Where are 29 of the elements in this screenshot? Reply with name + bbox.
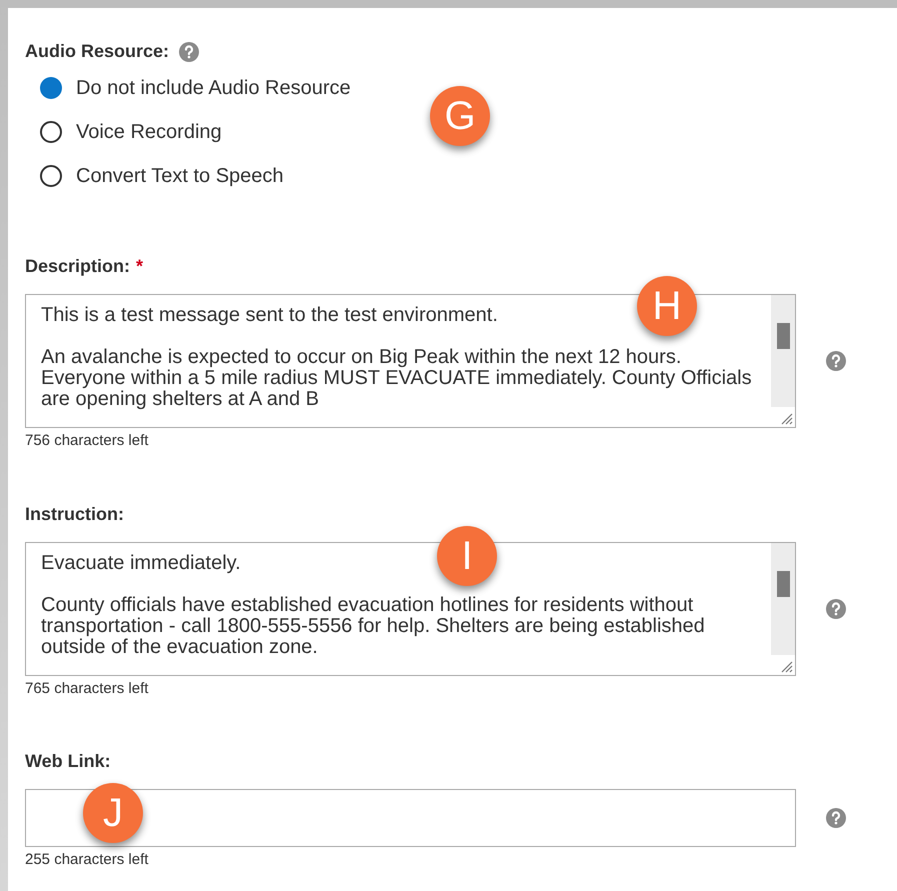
text-area-paragraph: This is a test message sent to the test environment. (41, 305, 498, 326)
scrollbar-thumb[interactable] (777, 323, 790, 349)
character-counter: 255 characters left (25, 850, 150, 870)
resize-grip-icon[interactable] (779, 411, 793, 425)
help-icon[interactable] (826, 808, 846, 828)
field-label: Description: (25, 255, 130, 278)
field-label: Instruction: (25, 502, 124, 526)
character-counter: 756 characters left (25, 431, 150, 451)
radio-option[interactable]: Convert Text to Speech (40, 165, 897, 187)
field-label: Web Link: (25, 750, 111, 773)
required-mark: * (136, 255, 144, 278)
help-icon[interactable] (826, 351, 846, 371)
section-label: Audio Resource: (25, 40, 170, 63)
help-icon[interactable] (826, 598, 846, 618)
callout-marker: G (430, 86, 490, 146)
resize-grip-icon[interactable] (779, 658, 793, 672)
radio-button[interactable] (40, 165, 62, 187)
text-area-paragraph: County officials have established evacuation hotlines for residents without transportation - call 1800-555-5556 for help. Shelters are being established outside of the evacuation zone. (41, 594, 706, 658)
callout-marker: I (437, 526, 497, 586)
help-icon[interactable] (179, 42, 200, 62)
character-counter: 765 characters left (25, 678, 150, 698)
text-area-paragraph: Evacuate immediately. (41, 552, 241, 574)
text-area[interactable] (25, 542, 796, 676)
radio-button[interactable] (40, 121, 62, 143)
callout-marker: H (637, 276, 697, 336)
web-link-field[interactable] (25, 789, 796, 847)
radio-button[interactable] (40, 77, 62, 99)
text-area-paragraph: An avalanche is expected to occur on Big Peak within the next 12 hours. Everyone within a 5 mile radius MUST EVACUATE immediately. County Officials are opening shelters at A and B (41, 347, 753, 410)
scrollbar-thumb[interactable] (777, 570, 790, 596)
